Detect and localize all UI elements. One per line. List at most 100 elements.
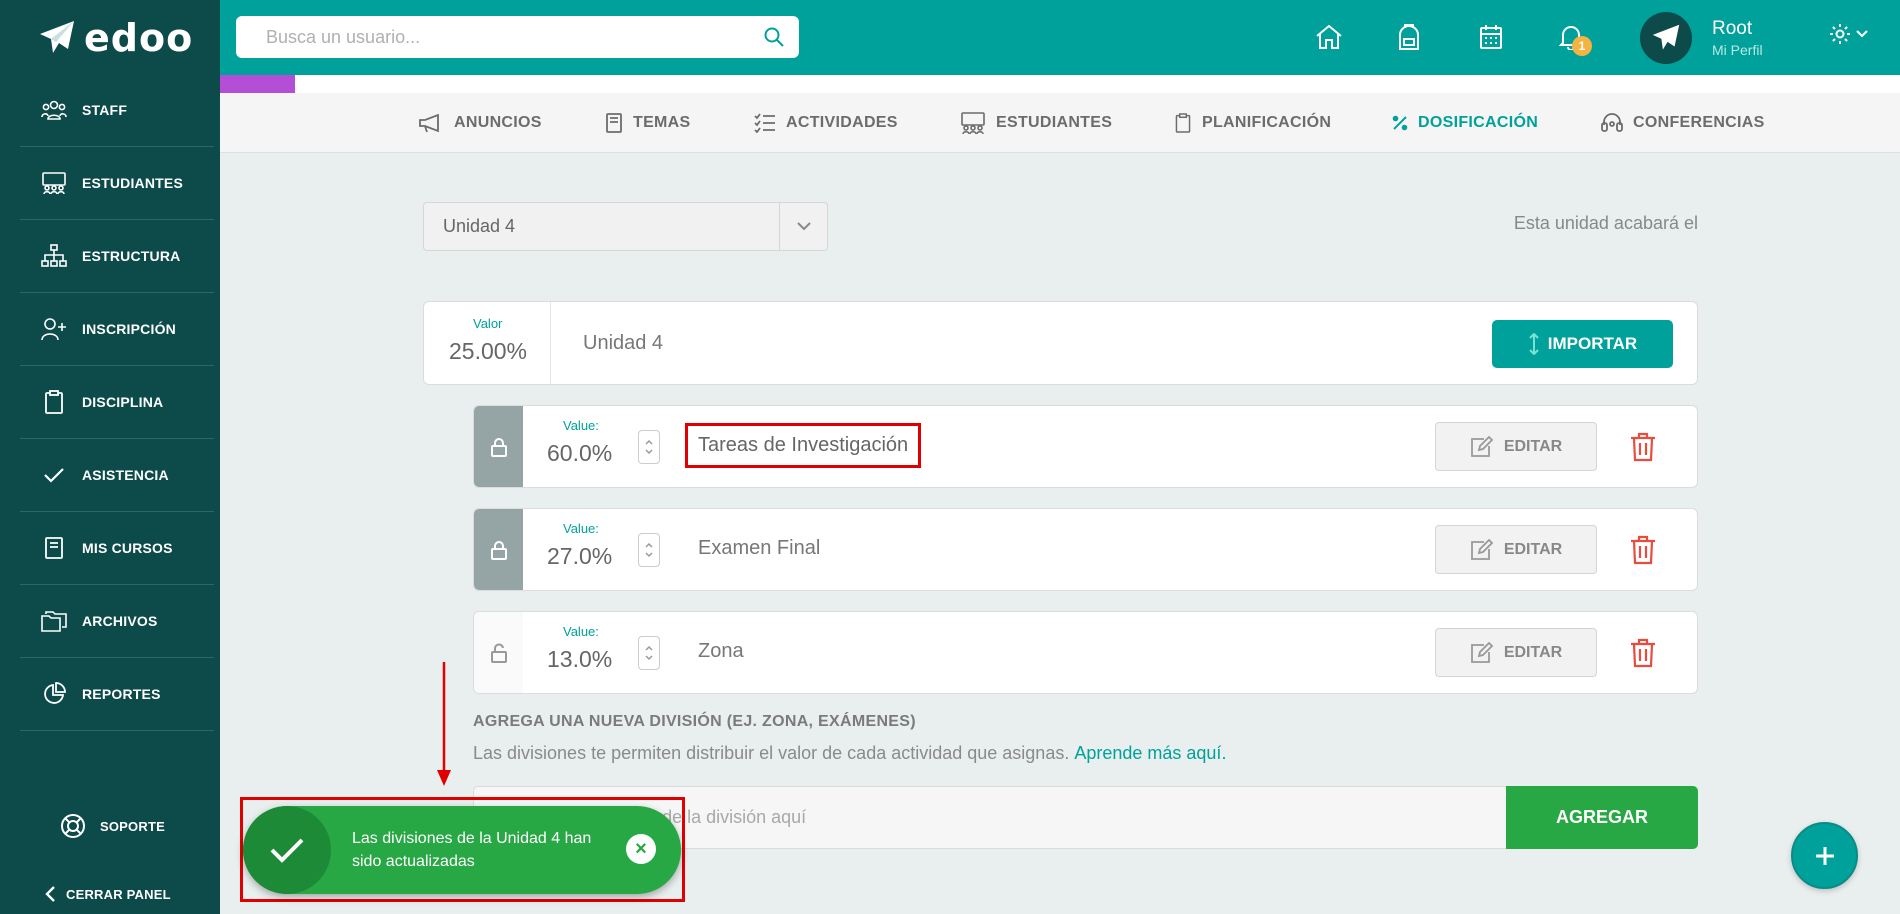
tab-anuncios[interactable]: ANUNCIOS [418,93,542,153]
annotation-arrow [437,662,451,786]
check-icon [243,806,331,894]
sidebar-item-estudiantes[interactable]: ESTUDIANTES [20,147,214,220]
backpack-button[interactable] [1392,20,1426,54]
trash-icon [1631,535,1655,565]
unit-name: Unidad 4 [583,332,664,354]
value-stepper[interactable] [638,636,660,670]
book-icon [40,534,68,562]
chevron-left-icon [45,886,55,902]
calendar-button[interactable] [1474,20,1508,54]
lock-toggle[interactable] [474,612,523,693]
trash-icon [1631,638,1655,668]
sidebar-item-disciplina[interactable]: DISCIPLINA [20,366,214,439]
close-panel-label: CERRAR PANEL [66,886,171,902]
users-icon [40,96,68,124]
add-fab-button[interactable] [1791,822,1858,889]
search-icon[interactable] [763,26,785,48]
learn-more-link[interactable]: Aprende más aquí. [1074,743,1226,763]
import-label: IMPORTAR [1547,334,1638,353]
profile-menu[interactable]: Root Mi Perfil [1640,12,1763,64]
chevron-down-icon [779,203,827,250]
sidebar-item-mis-cursos[interactable]: MIS CURSOS [20,512,214,585]
unit-select-value: Unidad 4 [443,216,516,236]
edit-label: EDITAR [1503,540,1563,558]
division-value-label: Value: [563,521,599,536]
delete-button[interactable] [1627,430,1659,464]
backpack-icon [1399,24,1419,50]
tab-estudiantes[interactable]: ESTUDIANTES [960,93,1112,153]
top-bar: 1 Root Mi Perfil [220,0,1900,75]
tab-temas[interactable]: TEMAS [605,93,691,153]
tab-label: ANUNCIOS [454,114,542,131]
check-icon [40,461,68,489]
sidebar-item-label: ESTRUCTURA [82,248,181,264]
unit-value-label: Valor [473,316,503,331]
sidebar-item-asistencia[interactable]: ASISTENCIA [20,439,214,512]
sidebar-item-label: ESTUDIANTES [82,175,183,191]
division-row: Value: 60.0% Tareas de Investigación EDI… [473,405,1698,488]
sidebar-item-label: MIS CURSOS [82,540,173,556]
book-icon [606,113,622,133]
edit-button[interactable]: EDITAR [1435,628,1597,677]
tab-actividades[interactable]: ACTIVIDADES [754,93,898,153]
tab-label: TEMAS [633,114,691,131]
sidebar-item-label: REPORTES [82,686,161,702]
profile-name: Root [1712,18,1753,39]
edit-button[interactable]: EDITAR [1435,422,1597,471]
clipboard-icon [1175,113,1191,133]
course-tabs: ANUNCIOS TEMAS ACTIVIDADES ESTUDIANTES P… [220,93,1900,153]
unit-select[interactable]: Unidad 4 [423,202,828,251]
notifications-button[interactable]: 1 [1554,20,1592,56]
add-division-button[interactable]: AGREGAR [1506,786,1698,849]
sidebar-item-inscripcion[interactable]: INSCRIPCIÓN [20,293,214,366]
tab-planificacion[interactable]: PLANIFICACIÓN [1174,93,1331,153]
search-input[interactable] [236,17,763,57]
folders-icon [40,607,68,635]
tab-label: ACTIVIDADES [786,114,898,131]
division-name: Examen Final [698,537,821,559]
edit-button[interactable]: EDITAR [1435,525,1597,574]
home-button[interactable] [1312,20,1346,54]
value-stepper[interactable] [638,533,660,567]
division-name: Zona [698,640,744,662]
logo[interactable]: edoo [38,16,193,60]
sidebar-item-label: ASISTENCIA [82,467,169,483]
edit-icon [1470,641,1494,663]
sidebar-item-estructura[interactable]: ESTRUCTURA [20,220,214,293]
header-strip [295,75,1900,93]
plus-icon [1815,846,1834,865]
success-toast: Las divisiones de la Unidad 4 han sido a… [243,806,681,894]
tab-label: DOSIFICACIÓN [1418,114,1539,131]
tab-dosificacion[interactable]: DOSIFICACIÓN [1392,93,1538,153]
pie-chart-icon [40,680,68,708]
lock-toggle[interactable] [474,509,523,590]
import-button[interactable]: IMPORTAR [1492,320,1673,368]
import-icon [1529,333,1539,355]
sidebar: edoo STAFF ESTUDIANTES ESTRUCTURA INSCRI… [0,0,220,914]
settings-menu[interactable] [1828,22,1868,46]
home-icon [1316,24,1342,49]
headset-icon [1601,113,1623,132]
sidebar-item-reportes[interactable]: REPORTES [20,658,214,731]
toast-close-button[interactable]: × [626,834,656,864]
value-stepper[interactable] [638,430,660,464]
sidebar-item-archivos[interactable]: ARCHIVOS [20,585,214,658]
division-value: 60.0% [547,440,613,466]
unit-card: Valor 25.00% Unidad 4 IMPORTAR [423,301,1698,385]
lock-icon [490,437,507,457]
edit-label: EDITAR [1503,437,1563,455]
close-panel-button[interactable]: CERRAR PANEL [0,876,220,912]
sidebar-nav: STAFF ESTUDIANTES ESTRUCTURA INSCRIPCIÓN… [20,74,214,731]
unit-value: 25.00% [449,338,528,364]
delete-button[interactable] [1627,533,1659,567]
sidebar-item-staff[interactable]: STAFF [20,74,214,147]
gear-icon [1830,24,1850,44]
lock-toggle[interactable] [474,406,523,487]
division-value: 27.0% [547,543,613,569]
sidebar-support[interactable]: SOPORTE [0,806,220,846]
tab-label: CONFERENCIAS [1633,114,1765,131]
profile-link: Mi Perfil [1712,42,1763,58]
tab-conferencias[interactable]: CONFERENCIAS [1601,93,1765,153]
delete-button[interactable] [1627,636,1659,670]
checklist-icon [754,113,775,133]
